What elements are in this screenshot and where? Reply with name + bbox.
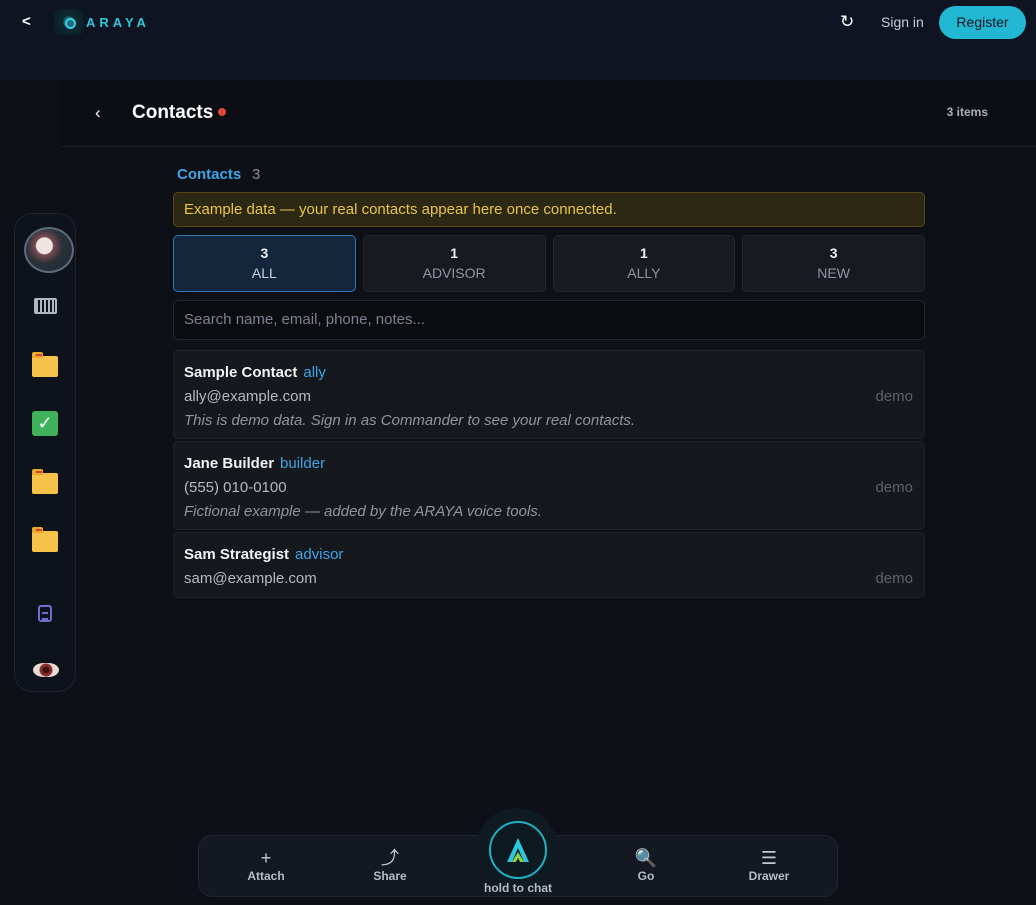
contact-card[interactable]: Sample Contact ally ally@example.com This… — [173, 350, 925, 439]
contact-name-text: Sam Strategist — [184, 546, 290, 563]
status-dot — [218, 108, 226, 116]
avatar[interactable] — [24, 227, 74, 273]
filter-all[interactable]: 3 ALL — [173, 235, 356, 292]
checkbox-icon[interactable]: ✓ — [32, 411, 58, 436]
filter-count: 1 — [639, 245, 648, 261]
folder-icon[interactable] — [32, 469, 58, 494]
share-button[interactable]: ⤴ Share — [355, 847, 425, 883]
filter-count: 3 — [260, 245, 269, 261]
filter-advisor[interactable]: 1 ADVISOR — [362, 235, 546, 292]
section-count: 3 — [252, 166, 261, 183]
contact-tag[interactable]: advisor — [295, 546, 343, 563]
filter-count: 3 — [829, 245, 838, 261]
contact-name: Sam Strategist advisor — [184, 546, 343, 563]
attach-label: Attach — [247, 869, 285, 883]
filter-tabs: 3 ALL 1 ADVISOR 1 ALLY 3 NEW — [173, 235, 925, 292]
contact-name: Jane Builder builder — [184, 455, 325, 472]
share-label: Share — [373, 869, 407, 883]
keyboard-icon[interactable] — [34, 298, 57, 314]
clipboard-icon[interactable] — [38, 605, 52, 622]
contact-card[interactable]: Jane Builder builder (555) 010-0100 Ficti… — [173, 441, 925, 530]
folder-icon[interactable] — [32, 527, 58, 552]
search-icon: 🔍 — [634, 848, 658, 868]
contact-source: demo — [875, 479, 913, 496]
contact-note: Fictional example — added by the ARAYA v… — [184, 503, 542, 520]
chat-label: hold to chat — [484, 881, 552, 895]
menu-icon: ☰ — [760, 848, 778, 868]
share-icon: ⤴ — [381, 848, 399, 868]
contact-tag[interactable]: ally — [303, 364, 326, 381]
register-button[interactable]: Register — [939, 6, 1026, 39]
contact-note: This is demo data. Sign in as Commander … — [184, 412, 636, 429]
sign-in-link[interactable]: Sign in — [881, 14, 924, 30]
top-bar: < ARAYA ↻ Sign in Register — [0, 0, 1036, 80]
contact-source: demo — [875, 570, 913, 587]
search-input[interactable]: Search name, email, phone, notes... — [173, 300, 925, 340]
contact-name-text: Jane Builder — [184, 455, 275, 472]
refresh-icon[interactable]: ↻ — [840, 12, 854, 32]
contact-detail: (555) 010-0100 — [184, 479, 287, 496]
attach-button[interactable]: + Attach — [231, 847, 301, 883]
filter-label: NEW — [817, 265, 850, 281]
contact-name: Sample Contact ally — [184, 364, 326, 381]
drawer-button[interactable]: ☰ Drawer — [734, 847, 804, 883]
contact-name-text: Sample Contact — [184, 364, 298, 381]
filter-count: 1 — [450, 245, 459, 261]
filter-label: ALL — [251, 265, 277, 281]
araya-a-icon — [507, 838, 529, 862]
contact-card[interactable]: Sam Strategist advisor sam@example.com de… — [173, 532, 925, 598]
back-button[interactable]: < — [22, 13, 31, 30]
filter-label: ADVISOR — [422, 265, 486, 281]
contact-detail: sam@example.com — [184, 570, 317, 587]
item-count: 3 items — [946, 105, 988, 119]
contact-detail: ally@example.com — [184, 388, 311, 405]
folder-icon[interactable] — [32, 352, 58, 377]
hold-to-chat-button[interactable] — [489, 821, 547, 879]
brand-name[interactable]: ARAYA — [86, 15, 150, 30]
contact-tag[interactable]: builder — [280, 455, 325, 472]
page-header: ‹ Contacts 3 items — [60, 80, 1036, 147]
contact-source: demo — [875, 388, 913, 405]
filter-label: ALLY — [627, 265, 661, 281]
go-label: Go — [637, 869, 655, 883]
drawer-label: Drawer — [748, 869, 790, 883]
section-title: Contacts — [177, 166, 242, 183]
plus-icon: + — [260, 848, 272, 868]
demo-data-banner: Example data — your real contacts appear… — [173, 192, 925, 227]
go-button[interactable]: 🔍 Go — [611, 847, 681, 883]
araya-logo-icon[interactable] — [54, 9, 84, 35]
chevron-left-icon[interactable]: ‹ — [95, 103, 101, 123]
left-rail: ✓ — [14, 213, 76, 692]
filter-new[interactable]: 3 NEW — [742, 235, 925, 292]
filter-ally[interactable]: 1 ALLY — [552, 235, 736, 292]
eye-icon[interactable] — [33, 663, 59, 677]
page-title: Contacts — [132, 102, 214, 123]
